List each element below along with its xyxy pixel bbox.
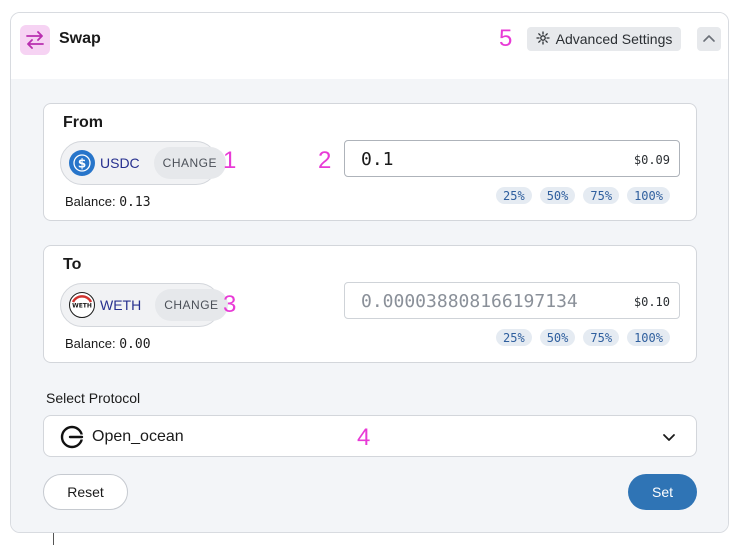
from-percent-buttons: 25% 50% 75% 100%: [496, 187, 670, 204]
to-balance-label: Balance:: [65, 336, 116, 351]
bottom-connector-line: [53, 533, 54, 545]
swap-card: Swap 5 Advanced Settings From $ USDC CHA…: [10, 12, 729, 533]
from-amount-input[interactable]: 0.1 $0.09: [344, 140, 680, 177]
gear-icon: [535, 30, 550, 48]
annotation-1: 1: [223, 147, 237, 174]
usdc-token-icon: $: [69, 150, 95, 176]
chevron-up-icon: [702, 30, 716, 48]
from-pct-100-button[interactable]: 100%: [627, 187, 670, 204]
from-section: From $ USDC CHANGE Balance: 0.13 0.1 $0.…: [43, 103, 697, 221]
to-amount-input[interactable]: 0.000038808166197134 $0.10: [344, 282, 680, 319]
from-label: From: [63, 114, 103, 131]
from-change-button[interactable]: CHANGE: [153, 147, 227, 179]
protocol-label: Select Protocol: [46, 390, 141, 406]
from-usd-value: $0.09: [633, 153, 670, 167]
open-ocean-icon: [60, 425, 84, 449]
chevron-down-icon: [662, 430, 676, 448]
annotation-5: 5: [499, 25, 513, 52]
page-title: Swap: [59, 30, 101, 47]
to-token-name: WETH: [100, 297, 142, 313]
to-balance: Balance: 0.00: [65, 336, 151, 352]
to-balance-value: 0.00: [119, 337, 151, 352]
collapse-button[interactable]: [697, 27, 721, 51]
weth-token-icon: WETH: [69, 292, 95, 318]
annotation-2: 2: [318, 147, 332, 174]
to-pct-100-button[interactable]: 100%: [627, 329, 670, 346]
from-pct-50-button[interactable]: 50%: [539, 187, 576, 204]
to-usd-value: $0.10: [633, 295, 670, 309]
to-pct-25-button[interactable]: 25%: [496, 329, 532, 346]
from-pct-25-button[interactable]: 25%: [496, 187, 532, 204]
from-token-selector[interactable]: $ USDC CHANGE: [60, 141, 227, 185]
annotation-3: 3: [223, 291, 237, 318]
from-balance-label: Balance:: [65, 194, 116, 209]
reset-button[interactable]: Reset: [43, 474, 128, 510]
from-amount-value: 0.1: [361, 149, 394, 170]
from-token-name: USDC: [100, 155, 140, 171]
to-label: To: [63, 256, 82, 273]
to-change-button[interactable]: CHANGE: [155, 289, 228, 321]
to-amount-value: 0.000038808166197134: [361, 291, 578, 312]
swap-arrows-icon: [20, 25, 50, 55]
to-section: To WETH WETH CHANGE Balance: 0.00 0.0000…: [43, 245, 697, 363]
from-pct-75-button[interactable]: 75%: [583, 187, 620, 204]
set-button[interactable]: Set: [628, 474, 697, 510]
advanced-settings-button[interactable]: Advanced Settings: [527, 27, 681, 51]
annotation-4: 4: [357, 424, 371, 451]
to-pct-50-button[interactable]: 50%: [539, 329, 576, 346]
from-balance-value: 0.13: [119, 195, 151, 210]
card-header: Swap 5 Advanced Settings: [11, 13, 728, 79]
protocol-selected-value: Open_ocean: [92, 428, 184, 445]
svg-text:$: $: [78, 157, 86, 171]
swap-body: From $ USDC CHANGE Balance: 0.13 0.1 $0.…: [11, 79, 728, 532]
advanced-settings-label: Advanced Settings: [555, 31, 673, 47]
to-token-selector[interactable]: WETH WETH CHANGE: [60, 283, 228, 327]
to-pct-75-button[interactable]: 75%: [583, 329, 620, 346]
from-balance: Balance: 0.13: [65, 194, 151, 210]
to-percent-buttons: 25% 50% 75% 100%: [496, 329, 670, 346]
svg-text:WETH: WETH: [72, 303, 92, 310]
